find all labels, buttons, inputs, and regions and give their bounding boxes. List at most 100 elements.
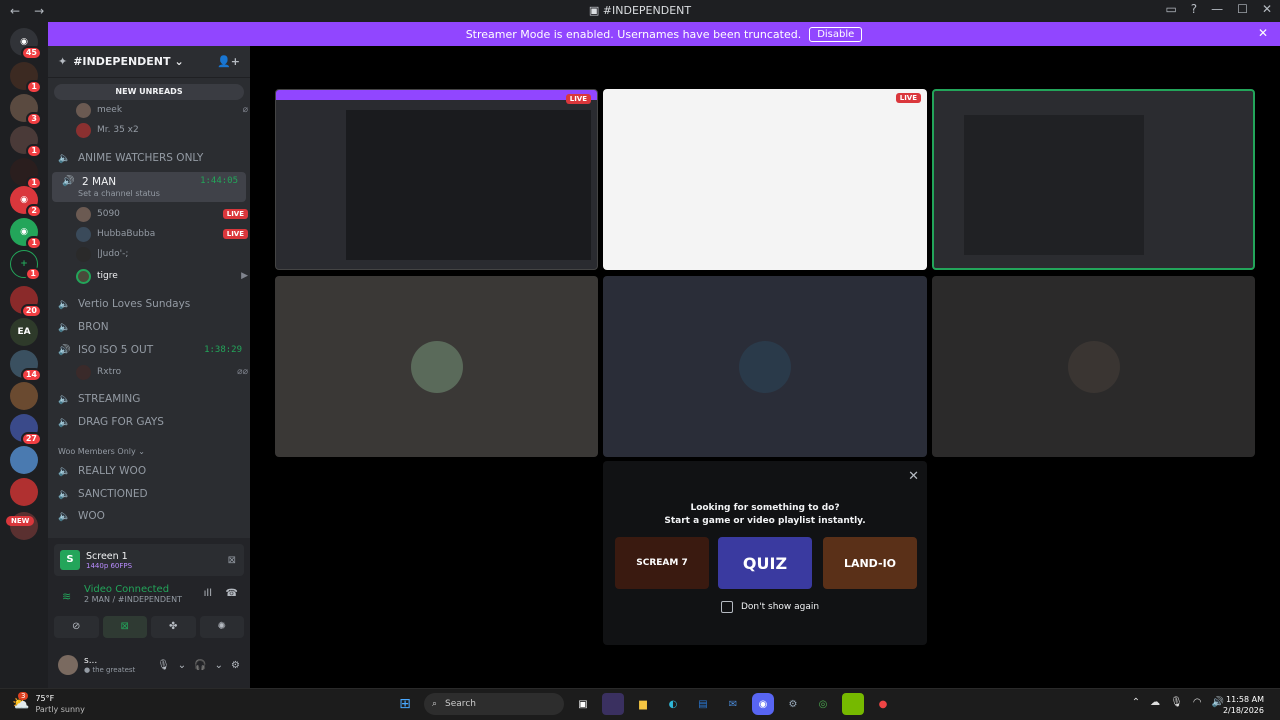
disable-button[interactable]: Disable [809, 26, 863, 42]
channel-sanctioned[interactable]: 🔈 SANCTIONED [48, 484, 250, 504]
edge-icon[interactable]: ◐ [662, 693, 684, 715]
disconnect-icon[interactable]: ☎ [226, 588, 238, 599]
channel-status[interactable]: Set a channel status [78, 189, 160, 198]
minimize-icon[interactable]: — [1211, 2, 1223, 16]
server-icon-3[interactable]: 1 [10, 126, 42, 158]
channel-streaming[interactable]: 🔈 STREAMING [48, 389, 250, 409]
activities-button[interactable]: ✤ [151, 616, 196, 638]
microphone-icon[interactable]: 🎙 [157, 660, 170, 671]
channel-bron[interactable]: 🔈 BRON [48, 317, 250, 337]
start-button-icon[interactable]: ⊞ [394, 693, 416, 715]
channel-drag[interactable]: 🔈 DRAG FOR GAYS [48, 412, 250, 432]
stream-preview [276, 90, 597, 100]
call-timer: 1:38:29 [204, 345, 242, 355]
channel-anime-watchers[interactable]: 🔈 ANIME WATCHERS ONLY [48, 148, 250, 168]
avatar [76, 122, 91, 138]
stop-stream-icon[interactable]: ⊠ [228, 555, 236, 566]
soundboard-button[interactable]: ✺ [199, 616, 244, 638]
user-tile-1[interactable] [275, 276, 598, 457]
app-icon[interactable] [602, 693, 624, 715]
user-tile-2[interactable] [603, 276, 927, 457]
signal-icon[interactable]: ≋ [62, 590, 71, 603]
close-window-icon[interactable]: ✕ [1262, 2, 1272, 16]
taskbar-search[interactable]: ⌕ Search [424, 693, 564, 715]
server-icon-4[interactable]: 1 [10, 158, 42, 190]
voice-user[interactable]: tigre ▶ [76, 266, 248, 286]
category-woo-members[interactable]: Woo Members Only ⌄ [58, 447, 145, 456]
server-icon-14[interactable] [10, 478, 38, 506]
new-unreads-pill[interactable]: NEW UNREADS [54, 84, 244, 100]
dont-show-again-checkbox[interactable]: Don't show again [721, 601, 819, 613]
direct-messages-button[interactable]: ◉ 45 [10, 28, 42, 60]
checkbox-box[interactable] [721, 601, 733, 613]
file-explorer-icon[interactable]: ▆ [632, 693, 654, 715]
live-badge: LIVE [895, 93, 921, 103]
chevron-up-icon[interactable]: ⌃ [1132, 697, 1140, 708]
app-icon-red[interactable]: ● [872, 693, 894, 715]
game-card-scream[interactable]: SCREAM 7 [615, 537, 709, 589]
close-banner-icon[interactable]: ✕ [1258, 26, 1268, 40]
channel-iso[interactable]: 🔊 ISO ISO 5 OUT 1:38:29 [48, 340, 250, 360]
store-icon[interactable]: ▤ [692, 693, 714, 715]
channel-vertio[interactable]: 🔈 Vertio Loves Sundays [48, 294, 250, 314]
chrome-icon[interactable]: ◎ [812, 693, 834, 715]
server-icon-2[interactable]: 3 [10, 94, 42, 126]
title-bar: ← → ▣ #INDEPENDENT ▭ ? — ☐ ✕ [0, 0, 1280, 22]
stream-tile-hubbabubba[interactable]: LIVE [603, 89, 927, 270]
voice-user[interactable]: HubbaBubba LIVE [76, 224, 248, 244]
stream-tile-self[interactable] [932, 89, 1255, 270]
outlook-icon[interactable]: ✉ [722, 693, 744, 715]
server-header[interactable]: ✦ #INDEPENDENT ⌄ 👤+ [48, 46, 250, 78]
steam-icon[interactable]: ⚙ [782, 693, 804, 715]
stream-tile-5090[interactable]: LIVE [275, 89, 598, 270]
server-icon-1[interactable]: 1 [10, 62, 42, 94]
help-icon[interactable]: ? [1191, 2, 1197, 16]
settings-gear-icon[interactable]: ⚙ [231, 660, 240, 671]
channel-really-woo[interactable]: 🔈 REALLY WOO [48, 461, 250, 481]
server-icon-10[interactable]: 14 [10, 350, 42, 382]
channel-woo[interactable]: 🔈 WOO [48, 506, 250, 526]
plus-icon: + [20, 259, 28, 269]
discord-taskbar-icon[interactable]: ◉ [752, 693, 774, 715]
wifi-icon[interactable]: ◠ [1193, 697, 1202, 708]
server-icon-ea[interactable]: EA [10, 318, 38, 346]
channel-2-man[interactable]: 🔊 2 MAN 1:44:05 Set a channel status [52, 172, 246, 202]
game-card-quiz[interactable]: QUIZ [718, 537, 812, 589]
invite-people-icon[interactable]: 👤+ [217, 55, 240, 68]
server-icon-6[interactable]: ◉ 1 [10, 218, 42, 250]
voice-user[interactable]: Mr. 35 x2 [76, 120, 248, 140]
user-tile-3[interactable] [932, 276, 1255, 457]
chevron-down-icon[interactable]: ⌄ [215, 660, 223, 671]
screen-share-button[interactable]: ⊠ [102, 616, 147, 638]
game-card-land-io[interactable]: LAND-IO [823, 537, 917, 589]
server-icon-8[interactable]: 20 [10, 286, 42, 318]
network-app-icon[interactable]: ☁ [1150, 697, 1160, 708]
server-icon-12[interactable]: 27 [10, 414, 42, 446]
server-icon-11[interactable] [10, 382, 38, 410]
maximize-icon[interactable]: ☐ [1237, 2, 1248, 16]
voice-channel-name[interactable]: 2 MAN / #INDEPENDENT [84, 595, 238, 604]
voice-user[interactable]: 5090 LIVE [76, 204, 248, 224]
headphones-icon[interactable]: 🎧 [194, 660, 206, 671]
taskbar-clock[interactable]: 11:58 AM 2/18/2026 [1223, 694, 1264, 716]
noise-suppression-icon[interactable]: ıll [204, 588, 212, 599]
voice-status[interactable]: Video Connected [84, 584, 238, 595]
close-icon[interactable]: ✕ [908, 469, 919, 484]
user-area[interactable]: s... ● the greatest 🎙 ⌄ 🎧 ⌄ ⚙ [54, 648, 244, 682]
chevron-down-icon[interactable]: ⌄ [178, 660, 186, 671]
server-icon-13[interactable] [10, 446, 38, 474]
voice-user[interactable]: |Judo'-; [76, 244, 248, 264]
voice-user[interactable]: Rxtro ⌀⌀ [76, 362, 248, 382]
task-view-icon[interactable]: ▣ [572, 693, 594, 715]
inbox-icon[interactable]: ▭ [1165, 2, 1176, 16]
camera-off-button[interactable]: ⊘ [54, 616, 99, 638]
unread-badge: 3 [26, 112, 42, 126]
nvidia-icon[interactable] [842, 693, 864, 715]
voice-user[interactable]: meek ⌀ [76, 100, 248, 120]
screen-share-card[interactable]: S Screen 1 1440p 60FPS ⊠ [54, 544, 244, 576]
speaker-icon: 🔈 [58, 488, 71, 500]
add-server-button[interactable]: +1 [10, 250, 41, 281]
server-icon-5[interactable]: ◉ 2 [10, 186, 42, 218]
microphone-tray-icon[interactable]: 🎙 [1170, 697, 1183, 708]
weather-widget[interactable]: ⛅ 3 75°F Partly sunny [12, 692, 85, 715]
